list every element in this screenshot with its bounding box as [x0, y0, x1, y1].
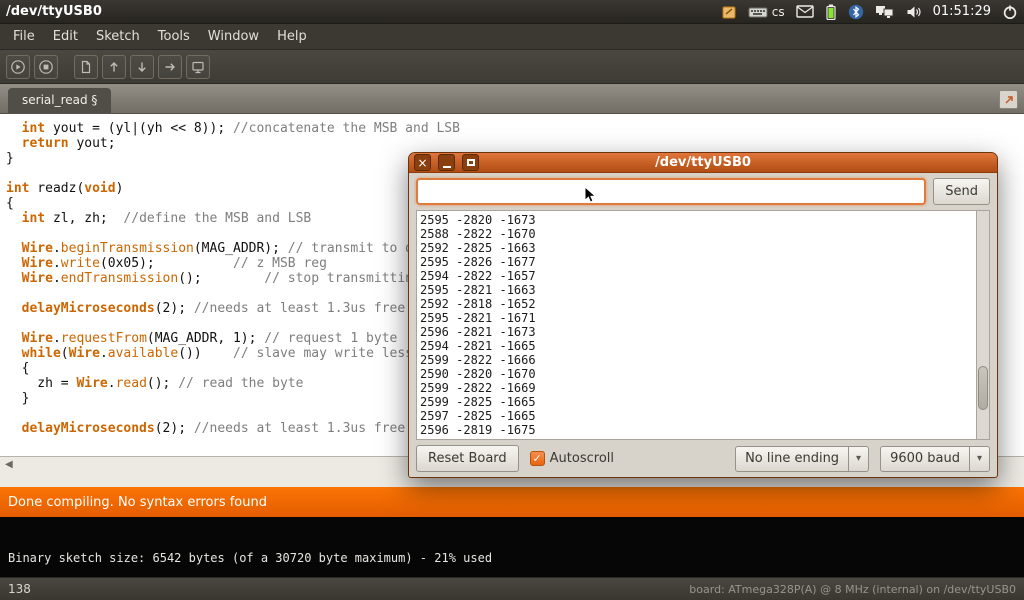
autoscroll-label: Autoscroll — [550, 451, 614, 466]
upload-button[interactable] — [158, 55, 182, 79]
desktop: /dev/ttyUSB0 cs — [0, 0, 1024, 600]
verify-icon — [10, 59, 26, 75]
save-icon — [134, 59, 150, 75]
autoscroll-checkbox[interactable]: ✓ Autoscroll — [530, 451, 614, 466]
serial-line: 2594 -2821 -1665 — [420, 339, 973, 353]
serial-line: 2588 -2822 -1670 — [420, 227, 973, 241]
tab-menu-icon — [1003, 94, 1015, 106]
top-panel: /dev/ttyUSB0 cs — [0, 0, 1024, 24]
serial-line: 2597 -2825 -1665 — [420, 409, 973, 423]
keyboard-layout-label: cs — [772, 5, 785, 19]
menu-help[interactable]: Help — [268, 25, 316, 48]
scrollbar-thumb[interactable] — [978, 366, 988, 410]
serial-output[interactable]: 2595 -2820 -16732588 -2822 -16702592 -28… — [417, 211, 976, 439]
tab-bar: serial_read § — [0, 84, 1024, 114]
serial-line: 2595 -2820 -1673 — [420, 213, 973, 227]
keyboard-icon — [748, 4, 768, 20]
maximize-icon — [467, 159, 475, 166]
verify-button[interactable] — [6, 55, 30, 79]
serial-output-area: 2595 -2820 -16732588 -2822 -16702592 -28… — [416, 210, 990, 440]
maximize-button[interactable] — [462, 154, 479, 171]
serial-input-row: Send — [416, 178, 990, 205]
serial-line: 2599 -2825 -1665 — [420, 395, 973, 409]
menu-edit[interactable]: Edit — [44, 25, 87, 48]
tab-label: serial_read § — [22, 93, 97, 107]
serial-line: 2595 -2821 -1663 — [420, 283, 973, 297]
line-ending-select[interactable]: No line ending ▾ — [735, 446, 869, 472]
serial-line: 2590 -2820 -1670 — [420, 367, 973, 381]
menu-sketch[interactable]: Sketch — [87, 25, 149, 48]
scroll-left-arrow-icon[interactable]: ◀ — [5, 459, 13, 470]
serial-monitor-window: × /dev/ttyUSB0 Send 2595 -2820 -16732588… — [408, 152, 998, 478]
serial-line: 2596 -2821 -1673 — [420, 325, 973, 339]
menu-file[interactable]: File — [4, 25, 44, 48]
save-button[interactable] — [130, 55, 154, 79]
tab-menu-button[interactable] — [999, 90, 1018, 109]
checkbox-check-icon: ✓ — [530, 451, 545, 466]
status-message: Done compiling. No syntax errors found — [8, 495, 267, 510]
upload-icon — [162, 59, 178, 75]
system-tray: cs 01:51:29 — [721, 0, 1018, 23]
stop-icon — [38, 59, 54, 75]
notes-icon[interactable] — [721, 4, 737, 20]
code-line: int yout = (yl|(yh << 8)); //concatenate… — [6, 121, 1024, 136]
window-buttons: × — [414, 154, 479, 171]
serial-line: 2596 -2819 -1675 — [420, 423, 973, 437]
send-button[interactable]: Send — [933, 178, 990, 205]
minimize-icon — [443, 166, 451, 168]
battery-icon[interactable] — [825, 4, 837, 20]
footer-status-bar: 138 board: ATmega328P(A) @ 8 MHz (intern… — [0, 577, 1024, 600]
power-icon[interactable] — [1002, 4, 1018, 20]
open-icon — [106, 59, 122, 75]
bluetooth-icon[interactable] — [848, 4, 864, 20]
line-ending-value: No line ending — [736, 451, 848, 466]
serial-line: 2592 -2825 -1663 — [420, 241, 973, 255]
code-line: return yout; — [6, 136, 1024, 151]
reset-board-button[interactable]: Reset Board — [416, 445, 519, 472]
clock[interactable]: 01:51:29 — [933, 4, 991, 19]
mail-icon[interactable] — [796, 5, 814, 18]
serial-monitor-button[interactable] — [186, 55, 210, 79]
mouse-cursor — [584, 186, 597, 205]
dialog-titlebar[interactable]: × /dev/ttyUSB0 — [409, 153, 997, 173]
serial-monitor-icon — [190, 59, 206, 75]
baud-rate-value: 9600 baud — [881, 451, 969, 466]
serial-line: 2599 -2822 -1666 — [420, 353, 973, 367]
console-text: Binary sketch size: 6542 bytes (of a 307… — [8, 551, 1016, 565]
serial-line: 2594 -2822 -1657 — [420, 269, 973, 283]
dialog-body: Send 2595 -2820 -16732588 -2822 -1670259… — [409, 173, 997, 477]
new-sketch-button[interactable] — [74, 55, 98, 79]
serial-controls-row: Reset Board ✓ Autoscroll No line ending … — [416, 445, 990, 472]
line-number: 138 — [8, 582, 31, 596]
network-icon[interactable] — [875, 4, 895, 20]
open-button[interactable] — [102, 55, 126, 79]
chevron-down-icon: ▾ — [848, 447, 868, 471]
baud-rate-select[interactable]: 9600 baud ▾ — [880, 446, 990, 472]
status-bar: Done compiling. No syntax errors found — [0, 487, 1024, 517]
menubar: File Edit Sketch Tools Window Help — [0, 24, 1024, 50]
close-button[interactable]: × — [414, 154, 431, 171]
menu-tools[interactable]: Tools — [149, 25, 199, 48]
chevron-down-icon: ▾ — [969, 447, 989, 471]
new-icon — [78, 59, 94, 75]
serial-line: 2595 -2826 -1677 — [420, 255, 973, 269]
toolbar — [0, 50, 1024, 84]
console-output: Binary sketch size: 6542 bytes (of a 307… — [0, 517, 1024, 577]
serial-line: 2599 -2822 -1669 — [420, 381, 973, 395]
board-info: board: ATmega328P(A) @ 8 MHz (internal) … — [689, 583, 1016, 596]
close-icon: × — [417, 157, 427, 169]
serial-line: 2592 -2818 -1652 — [420, 297, 973, 311]
serial-line: 2595 -2821 -1671 — [420, 311, 973, 325]
stop-button[interactable] — [34, 55, 58, 79]
serial-input[interactable] — [416, 178, 926, 205]
dialog-title: /dev/ttyUSB0 — [409, 155, 997, 170]
tab-serial-read[interactable]: serial_read § — [8, 88, 111, 113]
volume-icon[interactable] — [906, 4, 922, 20]
keyboard-indicator[interactable]: cs — [748, 4, 785, 20]
serial-scrollbar[interactable] — [976, 211, 989, 439]
menu-window[interactable]: Window — [199, 25, 268, 48]
window-title: /dev/ttyUSB0 — [6, 4, 102, 19]
minimize-button[interactable] — [438, 154, 455, 171]
